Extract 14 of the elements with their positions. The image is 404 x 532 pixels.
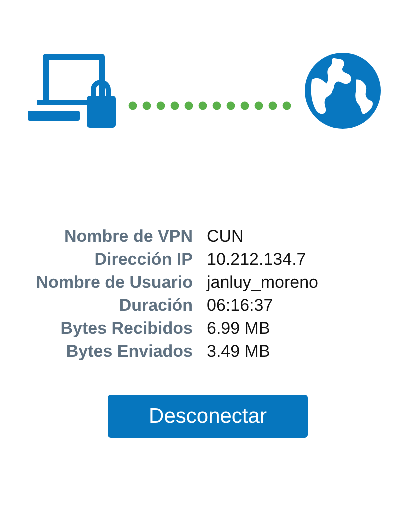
field-value: 06:16:37: [207, 296, 274, 316]
field-value: 6.99 MB: [207, 319, 272, 339]
disconnect-button[interactable]: Desconectar: [108, 395, 308, 438]
field-value: 3.49 MB: [207, 342, 272, 362]
field-label: Nombre de VPN: [64, 227, 193, 247]
globe-icon: [304, 50, 382, 132]
field-value: janluy_moreno: [207, 273, 320, 293]
field-label: Bytes Enviados: [65, 342, 193, 362]
field-label: Dirección IP: [94, 250, 193, 270]
field-value: 10.212.134.7: [207, 250, 308, 270]
field-value: CUN: [207, 227, 245, 247]
field-label: Duración: [118, 296, 193, 316]
field-label: Nombre de Usuario: [35, 273, 193, 293]
field-label: Bytes Recibidos: [60, 319, 193, 339]
